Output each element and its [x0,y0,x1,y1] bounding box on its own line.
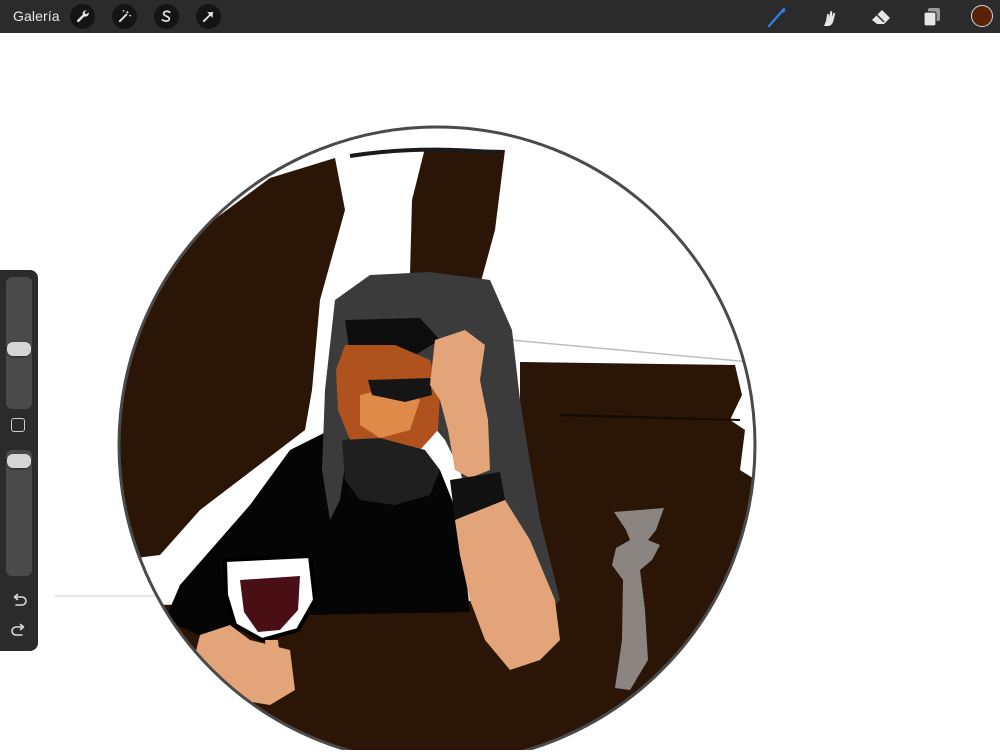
selection-button[interactable] [154,4,179,29]
modify-button[interactable] [11,418,25,432]
transform-button[interactable] [196,4,221,29]
smudge-tool[interactable] [816,4,842,30]
opacity-thumb[interactable] [7,454,31,468]
left-sidebar [0,270,38,651]
layers-icon [923,8,940,27]
arrow-cursor-icon [202,11,214,23]
opacity-slider[interactable] [6,450,32,576]
color-swatch[interactable] [971,5,993,27]
magic-wand-icon [118,10,131,23]
redo-icon[interactable] [10,622,28,640]
drawing-canvas[interactable] [0,33,1000,755]
brush-tool[interactable] [764,4,790,30]
actions-button[interactable] [70,4,95,29]
adjustments-button[interactable] [112,4,137,29]
painting-artwork [55,125,757,755]
layers-tool[interactable] [919,4,945,30]
brush-size-thumb[interactable] [7,341,31,356]
eraser-tool[interactable] [868,4,894,30]
wrench-icon [76,10,89,23]
top-toolbar: Galería [0,0,1000,33]
brush-icon [767,7,786,28]
selection-s-icon [161,10,171,22]
undo-icon[interactable] [10,592,28,610]
eraser-icon [872,10,890,24]
gallery-link[interactable]: Galería [13,8,60,24]
smudge-finger-icon [824,10,836,26]
brush-size-slider[interactable] [6,277,32,409]
